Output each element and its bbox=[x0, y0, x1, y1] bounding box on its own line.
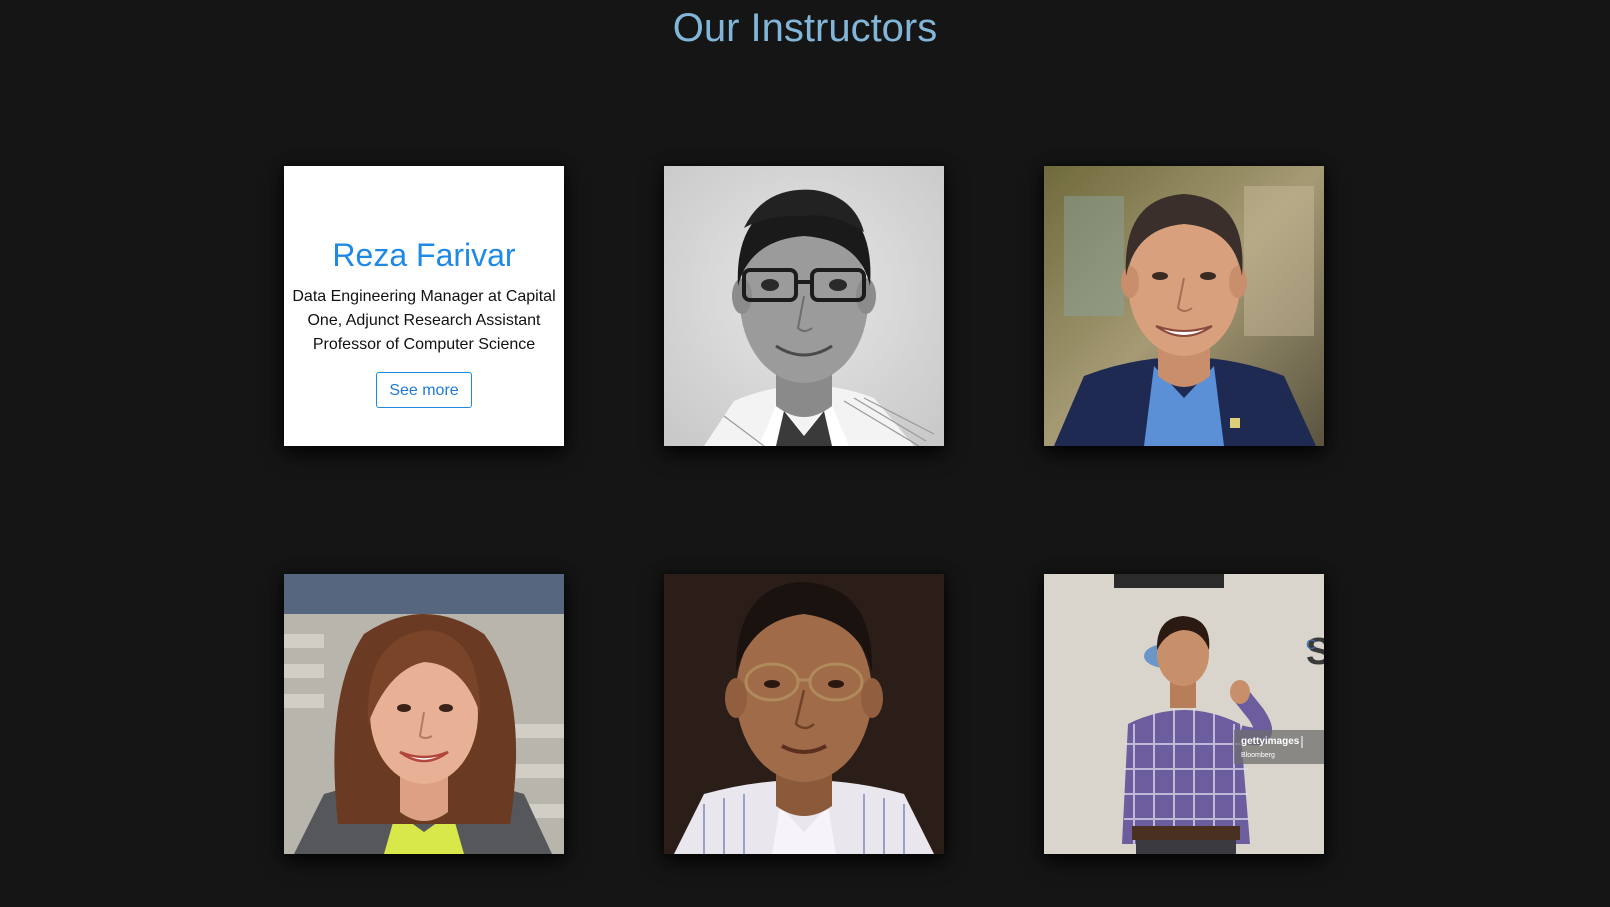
instructor-card-4[interactable] bbox=[284, 574, 564, 854]
instructor-card-6[interactable]: S C gettyimages Bloomberg bbox=[1044, 574, 1324, 854]
instructor-card-5[interactable] bbox=[664, 574, 944, 854]
instructor-card-2[interactable] bbox=[664, 166, 944, 446]
instructor-photo bbox=[1044, 166, 1324, 446]
instructor-role: Data Engineering Manager at Capital One,… bbox=[292, 288, 556, 353]
instructor-photo: S C gettyimages Bloomberg bbox=[1044, 574, 1324, 854]
svg-text:C: C bbox=[1306, 636, 1316, 652]
see-more-button[interactable]: See more bbox=[376, 372, 472, 408]
instructor-photo bbox=[664, 574, 944, 854]
instructors-page: Our Instructors Reza Farivar Data Engine… bbox=[0, 0, 1610, 907]
getty-watermark: gettyimages bbox=[1241, 736, 1300, 747]
bloomberg-credit: Bloomberg bbox=[1241, 752, 1275, 759]
instructor-photo bbox=[284, 574, 564, 854]
instructor-name: Reza Farivar bbox=[332, 237, 516, 273]
instructor-photo bbox=[664, 166, 944, 446]
instructor-card-3[interactable] bbox=[1044, 166, 1324, 446]
instructor-card-reza-farivar[interactable]: Reza Farivar Data Engineering Manager at… bbox=[284, 166, 564, 446]
page-title: Our Instructors bbox=[672, 6, 938, 50]
